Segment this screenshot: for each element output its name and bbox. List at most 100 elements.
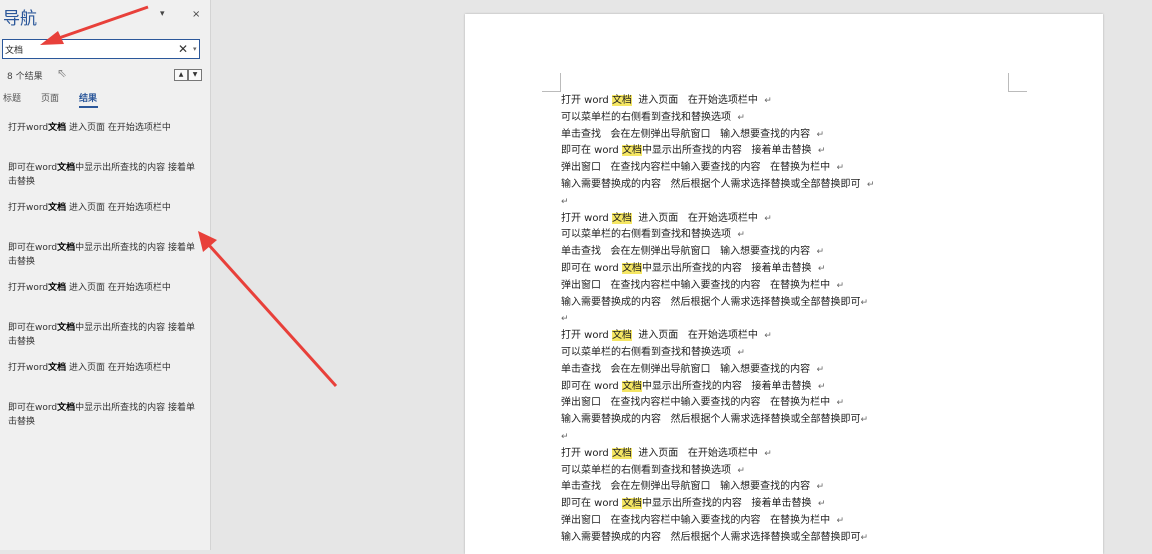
paragraph-mark-icon: ↵ xyxy=(816,364,824,375)
result-text: 进入页面 在开始选项栏中 xyxy=(66,123,171,133)
paragraph-mark-icon: ↵ xyxy=(817,263,826,274)
result-text: 即可在word xyxy=(8,323,58,333)
result-text: 即可在word xyxy=(8,243,58,253)
result-text: 进入页面 在开始选项栏中 xyxy=(66,283,171,293)
search-result-item[interactable]: 即可在word文档中显示出所查找的内容 接着单击替换 xyxy=(8,321,198,349)
paragraph-mark-icon: ↵ xyxy=(561,196,569,207)
search-result-item[interactable]: 打开word文档 进入页面 在开始选项栏中 xyxy=(8,201,198,229)
paragraph-mark-icon: ↵ xyxy=(836,163,844,174)
document-paragraph: 打开 word 文档 进入页面 在开始选项栏中 ↵ 可以菜单栏的右侧看到查找和替换… xyxy=(561,446,1041,547)
document-line: 弹出窗口 在查找内容栏中输入要查找的内容 在替换为栏中 ↵ xyxy=(561,514,844,526)
paragraph-mark-icon: ↵ xyxy=(817,499,826,510)
document-line: 打开 word 文档 进入页面 在开始选项栏中 ↵ xyxy=(561,447,772,459)
document-line: 可以菜单栏的右侧看到查找和替换选项 ↵ xyxy=(561,111,745,123)
document-line: 即可在 word 文档中显示出所查找的内容 接着单击替换 ↵ xyxy=(561,262,826,274)
search-result-item[interactable]: 打开word文档 进入页面 在开始选项栏中 xyxy=(8,361,198,389)
search-options-icon[interactable]: ▾ xyxy=(193,42,197,56)
paragraph-mark-icon: ↵ xyxy=(836,515,844,526)
paragraph-mark-icon: ↵ xyxy=(816,247,824,258)
paragraph-mark-icon: ↵ xyxy=(561,314,569,325)
result-text: 打开word xyxy=(8,283,49,293)
document-line: 单击查找 会在左侧弹出导航窗口 输入想要查找的内容 ↵ xyxy=(561,246,824,258)
result-keyword: 文档 xyxy=(57,403,76,413)
highlighted-keyword: 文档 xyxy=(621,145,642,157)
arrow-to-results-list xyxy=(198,231,338,388)
mouse-cursor-icon: ⇖ xyxy=(57,66,68,80)
document-paragraph: 打开 word 文档 进入页面 在开始选项栏中 ↵ 可以菜单栏的右侧看到查找和替换… xyxy=(561,328,1041,446)
result-keyword: 文档 xyxy=(57,163,76,173)
document-paragraph: 打开 word 文档 进入页面 在开始选项栏中 ↵ 可以菜单栏的右侧看到查找和替换… xyxy=(561,93,1041,211)
search-results-list: 打开word文档 进入页面 在开始选项栏中 即可在word文档中显示出所查找的内容… xyxy=(8,121,198,441)
paragraph-mark-icon: ↵ xyxy=(836,398,844,409)
highlighted-keyword: 文档 xyxy=(621,380,642,392)
document-line: ↵ xyxy=(561,194,1041,211)
result-text: 打开word xyxy=(8,123,49,133)
paragraph-mark-icon: ↵ xyxy=(866,179,875,190)
search-result-item[interactable]: 即可在word文档中显示出所查找的内容 接着单击替换 xyxy=(8,241,198,269)
result-keyword: 文档 xyxy=(48,283,67,293)
highlighted-keyword: 文档 xyxy=(611,447,632,459)
search-result-item[interactable]: 打开word文档 进入页面 在开始选项栏中 xyxy=(8,121,198,149)
paragraph-mark-icon: ↵ xyxy=(836,280,844,291)
result-keyword: 文档 xyxy=(57,243,76,253)
highlighted-keyword: 文档 xyxy=(621,498,642,510)
previous-result-button[interactable]: ▲ xyxy=(174,69,188,81)
nav-title: 导航 xyxy=(3,9,37,29)
search-result-item[interactable]: 打开word文档 进入页面 在开始选项栏中 xyxy=(8,281,198,309)
active-tab-indicator xyxy=(79,106,98,108)
document-line: 输入需要替换成的内容 然后根据个人需求选择替换或全部替换即可↵ xyxy=(561,296,869,308)
paragraph-mark-icon: ↵ xyxy=(816,129,824,140)
result-text: 即可在word xyxy=(8,403,58,413)
paragraph-mark-icon: ↵ xyxy=(764,331,772,342)
clear-search-icon[interactable]: ✕ xyxy=(178,41,188,57)
search-result-item[interactable]: 即可在word文档中显示出所查找的内容 接着单击替换 xyxy=(8,161,198,189)
paragraph-mark-icon: ↵ xyxy=(817,146,826,157)
result-keyword: 文档 xyxy=(48,363,67,373)
document-paragraph: 打开 word 文档 进入页面 在开始选项栏中 ↵ 可以菜单栏的右侧看到查找和替换… xyxy=(561,211,1041,329)
paragraph-mark-icon: ↵ xyxy=(737,347,745,358)
paragraph-mark-icon: ↵ xyxy=(817,381,826,392)
paragraph-mark-icon: ↵ xyxy=(860,532,869,543)
result-keyword: 文档 xyxy=(48,203,67,213)
result-count: 8 个结果 xyxy=(7,72,43,82)
document-line: 打开 word 文档 进入页面 在开始选项栏中 ↵ xyxy=(561,330,772,342)
result-text: 打开word xyxy=(8,203,49,213)
paragraph-mark-icon: ↵ xyxy=(860,297,869,308)
paragraph-mark-icon: ↵ xyxy=(816,482,824,493)
document-body[interactable]: 打开 word 文档 进入页面 在开始选项栏中 ↵ 可以菜单栏的右侧看到查找和替换… xyxy=(561,93,1041,547)
document-line: 即可在 word 文档中显示出所查找的内容 接着单击替换 ↵ xyxy=(561,380,826,392)
document-page: 打开 word 文档 进入页面 在开始选项栏中 ↵ 可以菜单栏的右侧看到查找和替换… xyxy=(465,14,1103,554)
result-text: 进入页面 在开始选项栏中 xyxy=(66,203,171,213)
navigation-pane: 导航 ▾ × ✕ ▾ 8 个结果 ⇖ ▲ ▼ 标题页面结果 打开word文档 进… xyxy=(0,0,211,550)
search-result-item[interactable]: 即可在word文档中显示出所查找的内容 接着单击替换 xyxy=(8,401,198,429)
document-line: 即可在 word 文档中显示出所查找的内容 接着单击替换 ↵ xyxy=(561,145,826,157)
paragraph-mark-icon: ↵ xyxy=(737,112,745,123)
next-result-button[interactable]: ▼ xyxy=(188,69,202,81)
highlighted-keyword: 文档 xyxy=(611,212,632,224)
close-pane-icon[interactable]: × xyxy=(192,9,200,20)
pane-options-icon[interactable]: ▾ xyxy=(160,9,165,19)
paragraph-mark-icon: ↵ xyxy=(764,213,772,224)
search-box[interactable]: ✕ ▾ xyxy=(2,39,200,59)
tab-3[interactable]: 结果 xyxy=(79,91,97,104)
highlighted-keyword: 文档 xyxy=(611,95,632,106)
highlighted-keyword: 文档 xyxy=(621,262,642,274)
document-line: 可以菜单栏的右侧看到查找和替换选项 ↵ xyxy=(561,229,745,241)
document-line: 可以菜单栏的右侧看到查找和替换选项 ↵ xyxy=(561,346,745,358)
document-line: 弹出窗口 在查找内容栏中输入要查找的内容 在替换为栏中 ↵ xyxy=(561,397,844,409)
document-line: 输入需要替换成的内容 然后根据个人需求选择替换或全部替换即可 ↵ xyxy=(561,178,875,190)
document-line: 可以菜单栏的右侧看到查找和替换选项 ↵ xyxy=(561,464,745,476)
paragraph-mark-icon: ↵ xyxy=(764,96,772,106)
paragraph-mark-icon: ↵ xyxy=(764,448,772,459)
tab-2[interactable]: 页面 xyxy=(41,91,59,104)
document-line: 弹出窗口 在查找内容栏中输入要查找的内容 在替换为栏中 ↵ xyxy=(561,279,844,291)
highlighted-keyword: 文档 xyxy=(611,330,632,342)
search-input[interactable] xyxy=(5,40,170,58)
result-text: 即可在word xyxy=(8,163,58,173)
result-keyword: 文档 xyxy=(57,323,76,333)
tab-1[interactable]: 标题 xyxy=(3,91,21,104)
document-line: 输入需要替换成的内容 然后根据个人需求选择替换或全部替换即可↵ xyxy=(561,531,869,543)
result-keyword: 文档 xyxy=(48,123,67,133)
document-line: ↵ xyxy=(561,311,1041,328)
document-line: 打开 word 文档 进入页面 在开始选项栏中 ↵ xyxy=(561,95,772,106)
